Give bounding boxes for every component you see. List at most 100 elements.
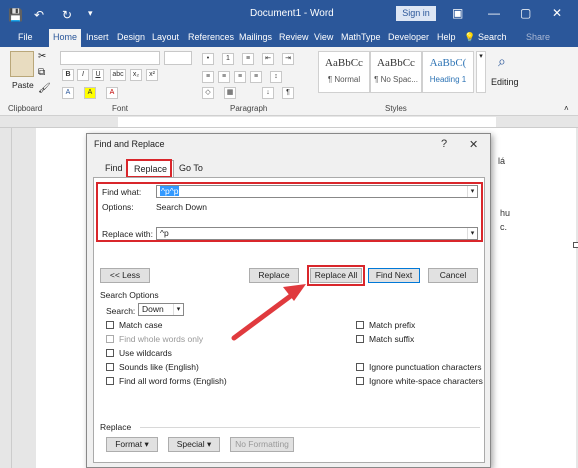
bullets-icon[interactable]: • xyxy=(202,53,214,65)
align-center-icon[interactable]: ≡ xyxy=(218,71,230,83)
share-button[interactable]: Share xyxy=(526,32,550,42)
wildcards-checkbox[interactable] xyxy=(106,349,114,357)
decrease-indent-icon[interactable]: ⇤ xyxy=(262,53,274,65)
minimize-icon[interactable]: — xyxy=(488,6,500,20)
ignore-punctuation-checkbox[interactable] xyxy=(356,363,364,371)
tab-insert[interactable]: Insert xyxy=(86,32,109,42)
sounds-like-label: Sounds like (English) xyxy=(119,362,199,372)
increase-indent-icon[interactable]: ⇥ xyxy=(282,53,294,65)
dialog-close-button[interactable]: ✕ xyxy=(469,138,478,151)
shading-icon[interactable]: ◇ xyxy=(202,87,214,99)
bold-button[interactable]: B xyxy=(62,69,74,81)
tab-home[interactable]: Home xyxy=(49,29,82,47)
divider xyxy=(140,427,480,428)
match-case-checkbox[interactable] xyxy=(106,321,114,329)
format-painter-icon[interactable]: 🖌 xyxy=(38,83,51,94)
tab-view[interactable]: View xyxy=(314,32,333,42)
subscript-button[interactable]: x₂ xyxy=(130,69,142,81)
close-icon[interactable]: ✕ xyxy=(552,6,562,20)
text-effects-button[interactable]: A xyxy=(62,87,74,99)
dialog-title: Find and Replace xyxy=(94,139,165,149)
tab-mathtype[interactable]: MathType xyxy=(341,32,381,42)
justify-icon[interactable]: ≡ xyxy=(250,71,262,83)
restore-icon[interactable]: ▢ xyxy=(520,6,531,20)
tab-mailings[interactable]: Mailings xyxy=(239,32,272,42)
whole-words-checkbox[interactable] xyxy=(106,335,114,343)
find-what-label: Find what: xyxy=(102,187,142,197)
tab-help[interactable]: Help xyxy=(437,32,456,42)
styles-group-label: Styles xyxy=(385,104,407,113)
style-label: ¶ Normal xyxy=(327,75,361,84)
paste-icon[interactable] xyxy=(10,51,34,77)
paste-button[interactable]: Paste xyxy=(12,80,34,90)
superscript-button[interactable]: x² xyxy=(146,69,158,81)
match-prefix-checkbox[interactable] xyxy=(356,321,364,329)
tab-references[interactable]: References xyxy=(188,32,234,42)
chevron-down-icon[interactable]: ▾ xyxy=(467,186,477,197)
font-size-box[interactable] xyxy=(164,51,192,65)
tab-layout[interactable]: Layout xyxy=(152,32,179,42)
image-resize-handle[interactable] xyxy=(573,242,578,248)
align-left-icon[interactable]: ≡ xyxy=(202,71,214,83)
undo-icon[interactable]: ↶ xyxy=(34,8,44,22)
save-icon[interactable]: 💾 xyxy=(8,8,23,22)
tab-developer[interactable]: Developer xyxy=(388,32,429,42)
highlight-button[interactable]: A xyxy=(84,87,96,99)
options-label: Options: xyxy=(102,202,134,212)
italic-button[interactable]: I xyxy=(77,69,89,81)
dialog-help-button[interactable]: ? xyxy=(441,138,447,150)
style-no-spacing[interactable]: AaBbCc ¶ No Spac... xyxy=(370,51,422,93)
collapse-ribbon-icon[interactable]: ˄ xyxy=(564,104,569,113)
editing-button[interactable]: Editing xyxy=(491,77,519,87)
horizontal-ruler xyxy=(0,116,578,128)
multilevel-list-icon[interactable]: ≡ xyxy=(242,53,254,65)
ribbon-display-options-icon[interactable]: ▣ xyxy=(452,6,463,20)
sort-icon[interactable]: ↓ xyxy=(262,87,274,99)
document-title: Document1 - Word xyxy=(250,8,334,19)
customize-quick-access-icon[interactable]: ▾ xyxy=(88,8,93,19)
tab-find[interactable]: Find xyxy=(99,160,129,177)
style-normal[interactable]: AaBbCc ¶ Normal xyxy=(318,51,370,93)
lightbulb-icon: 💡 xyxy=(464,32,476,42)
sign-in-button[interactable]: Sign in xyxy=(396,6,436,21)
borders-icon[interactable]: ▦ xyxy=(224,87,236,99)
format-button[interactable]: Format ▾ xyxy=(106,437,158,452)
match-suffix-checkbox[interactable] xyxy=(356,335,364,343)
tab-go-to[interactable]: Go To xyxy=(173,160,209,177)
font-group-label: Font xyxy=(112,104,129,113)
chevron-down-icon[interactable]: ▾ xyxy=(467,228,477,239)
replace-button[interactable]: Replace xyxy=(249,268,299,283)
tab-review[interactable]: Review xyxy=(279,32,309,42)
line-spacing-icon[interactable]: ↕ xyxy=(270,71,282,83)
styles-gallery-scroll[interactable]: ▾ xyxy=(476,51,486,93)
underline-button[interactable]: U xyxy=(92,69,104,81)
strikethrough-button[interactable]: abc xyxy=(110,69,126,81)
replace-with-input[interactable]: ^p ▾ xyxy=(156,227,478,240)
find-what-input[interactable]: ^p^p ▾ xyxy=(156,185,478,198)
cut-icon[interactable]: ✂ xyxy=(38,51,46,62)
special-button[interactable]: Special ▾ xyxy=(168,437,220,452)
font-color-button[interactable]: A xyxy=(106,87,118,99)
font-name-box[interactable] xyxy=(60,51,160,65)
search-icon[interactable]: ⌕ xyxy=(498,53,506,70)
redo-icon[interactable]: ↻ xyxy=(62,8,72,22)
show-marks-icon[interactable]: ¶ xyxy=(282,87,294,99)
find-next-button[interactable]: Find Next xyxy=(368,268,420,283)
numbering-icon[interactable]: 1 xyxy=(222,53,234,65)
cancel-button[interactable]: Cancel xyxy=(428,268,478,283)
wildcards-label: Use wildcards xyxy=(119,348,172,358)
tab-design[interactable]: Design xyxy=(117,32,145,42)
copy-icon[interactable]: ⧉ xyxy=(38,67,45,78)
less-button[interactable]: << Less xyxy=(100,268,150,283)
tab-file[interactable]: File xyxy=(18,32,33,42)
search-direction-select[interactable]: Down ▾ xyxy=(138,303,184,316)
sounds-like-checkbox[interactable] xyxy=(106,363,114,371)
align-right-icon[interactable]: ≡ xyxy=(234,71,246,83)
ignore-whitespace-checkbox[interactable] xyxy=(356,377,364,385)
style-heading-1[interactable]: AaBbC( Heading 1 xyxy=(422,51,474,93)
word-forms-checkbox[interactable] xyxy=(106,377,114,385)
match-suffix-label: Match suffix xyxy=(369,334,415,344)
chevron-down-icon[interactable]: ▾ xyxy=(173,304,183,315)
no-formatting-button[interactable]: No Formatting xyxy=(230,437,294,452)
tell-me-search[interactable]: Search xyxy=(478,32,507,42)
